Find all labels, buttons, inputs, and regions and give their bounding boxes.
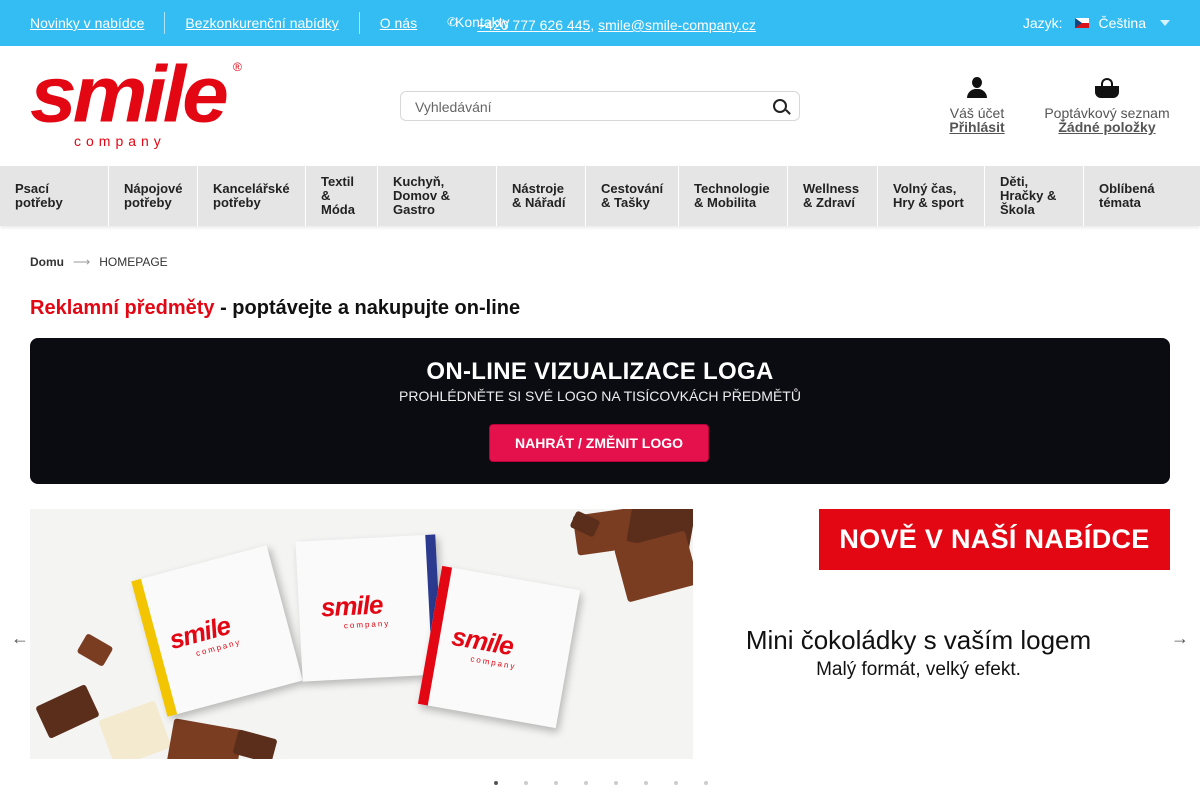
slider-dot[interactable] xyxy=(674,781,678,785)
category-label: Děti, Hračky & Škola xyxy=(1000,174,1057,217)
top-link-about[interactable]: O nás xyxy=(360,12,417,34)
slider-dots xyxy=(494,781,734,785)
logo-visualization-banner: ON-LINE VIZUALIZACE LOGA PROHLÉDNĚTE SI … xyxy=(30,338,1170,484)
slider-dot[interactable] xyxy=(584,781,588,785)
account-block[interactable]: Váš účet Přihlásit xyxy=(937,76,1017,134)
inquiry-list-block[interactable]: Poptávkový seznam Žádné položky xyxy=(1040,76,1174,134)
category-label: Nápojové potřeby xyxy=(124,181,183,210)
email-link[interactable]: smile@smile-company.cz xyxy=(598,17,756,33)
category-tools[interactable]: Nástroje & Nářadí xyxy=(497,166,586,226)
chocolate-red: smile company xyxy=(417,565,581,729)
contacts-separator: , xyxy=(590,17,595,33)
phone-link[interactable]: +420 777 626 445 xyxy=(477,17,590,33)
viz-title: ON-LINE VIZUALIZACE LOGA xyxy=(426,358,774,385)
page-title-highlight: Reklamní předměty xyxy=(30,297,215,319)
slider-dot[interactable] xyxy=(494,781,498,785)
top-link-deals[interactable]: Bezkonkurenční nabídky xyxy=(165,12,360,34)
chocolate-photo: smile company smile company smile company xyxy=(30,509,693,759)
slider-dot[interactable] xyxy=(614,781,618,785)
slider-dot[interactable] xyxy=(524,781,528,785)
category-nav: Psací potřeby Nápojové potřeby Kancelářs… xyxy=(0,166,1200,226)
slider-dot[interactable] xyxy=(644,781,648,785)
slider-next-button[interactable]: → xyxy=(1171,628,1189,649)
category-leisure[interactable]: Volný čas, Hry & sport xyxy=(878,166,985,226)
promo-title: Mini čokoládky s vaším logem xyxy=(745,625,1092,655)
viz-subtitle: PROHLÉDNĚTE SI SVÉ LOGO NA TISÍCOVKÁCH P… xyxy=(399,388,801,404)
breadcrumb-home[interactable]: Domu xyxy=(30,255,64,269)
chevron-down-icon xyxy=(1160,20,1170,26)
category-label: Technologie & Mobilita xyxy=(694,181,770,210)
basket-icon xyxy=(1094,76,1120,100)
search-input[interactable] xyxy=(415,98,755,116)
user-icon xyxy=(966,76,988,100)
arrow-right-icon: ⟶ xyxy=(73,255,91,269)
slider-dot[interactable] xyxy=(554,781,558,785)
category-label: Wellness & Zdraví xyxy=(803,181,860,210)
promo-subtitle: Malý formát, velký efekt. xyxy=(816,659,1021,680)
breadcrumb-current: HOMEPAGE xyxy=(99,255,168,269)
top-nav: Novinky v nabídce Bezkonkurenční nabídky… xyxy=(30,0,417,46)
page-title-rest: - poptávejte a nakupujte on-line xyxy=(214,297,521,319)
chocolate-yellow: smile company xyxy=(131,545,303,717)
slider-dot[interactable] xyxy=(704,781,708,785)
search-box xyxy=(400,91,800,121)
breadcrumb: Domu ⟶ HOMEPAGE xyxy=(30,255,168,269)
category-textile[interactable]: Textil & Móda xyxy=(306,166,378,226)
top-bar: Novinky v nabídce Bezkonkurenční nabídky… xyxy=(0,0,1200,46)
category-favorites[interactable]: Oblíbená témata xyxy=(1084,166,1200,226)
account-title: Váš účet xyxy=(949,105,1005,121)
category-label: Nástroje & Nářadí xyxy=(512,181,566,210)
category-label: Oblíbená témata xyxy=(1099,181,1155,210)
inquiry-list-link[interactable]: Žádné položky xyxy=(1040,120,1174,134)
category-label: Cestování & Tašky xyxy=(601,181,664,210)
inquiry-list-title: Poptávkový seznam xyxy=(1044,105,1170,121)
logo-sub: company xyxy=(74,133,166,149)
promo-band: NOVĚ V NAŠÍ NABÍDCE xyxy=(819,509,1170,570)
header: smile company ® Váš účet Přihlásit Poptá… xyxy=(0,46,1200,166)
upload-logo-button[interactable]: NAHRÁT / ZMĚNIT LOGO xyxy=(489,424,709,462)
category-technology[interactable]: Technologie & Mobilita xyxy=(679,166,788,226)
category-label: Kancelářské potřeby xyxy=(213,181,290,210)
language-value: Čeština xyxy=(1098,15,1146,31)
language-selector[interactable]: Jazyk: Čeština xyxy=(1023,15,1170,31)
category-kitchen[interactable]: Kuchyň, Domov & Gastro xyxy=(378,166,497,226)
category-label: Textil & Móda xyxy=(321,174,355,217)
language-label: Jazyk: xyxy=(1022,15,1063,31)
logo-registered: ® xyxy=(233,60,242,74)
category-drinkware[interactable]: Nápojové potřeby xyxy=(109,166,198,226)
category-label: Volný čas, Hry & sport xyxy=(893,181,964,210)
top-link-news[interactable]: Novinky v nabídce xyxy=(30,12,166,34)
category-office[interactable]: Kancelářské potřeby xyxy=(198,166,306,226)
logo-word: smile xyxy=(30,49,229,139)
category-wellness[interactable]: Wellness & Zdraví xyxy=(788,166,878,226)
category-writing[interactable]: Psací potřeby xyxy=(0,166,109,226)
category-kids[interactable]: Děti, Hračky & Škola xyxy=(985,166,1084,226)
slider-prev-button[interactable]: ← xyxy=(11,628,29,649)
czech-flag-icon xyxy=(1074,18,1089,28)
category-label: Kuchyň, Domov & Gastro xyxy=(393,174,451,217)
search-icon[interactable] xyxy=(773,99,787,113)
smile-company-logo[interactable]: smile company ® xyxy=(30,54,246,152)
page-title: Reklamní předměty - poptávejte a nakupuj… xyxy=(30,297,520,320)
login-link[interactable]: Přihlásit xyxy=(937,120,1017,134)
category-travel[interactable]: Cestování & Tašky xyxy=(586,166,679,226)
chocolate-blue: smile company xyxy=(295,534,443,682)
category-label: Psací potřeby xyxy=(15,181,63,210)
promo-slider[interactable]: smile company smile company smile company N… xyxy=(30,509,1170,759)
